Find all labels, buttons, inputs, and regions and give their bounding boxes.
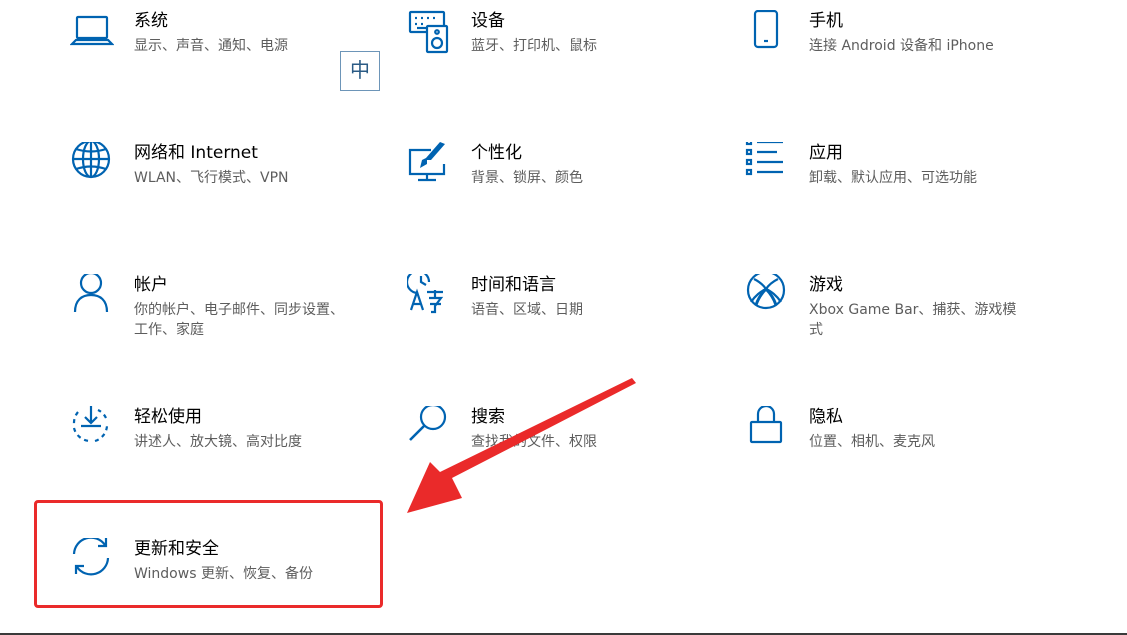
tile-title: 帐户	[134, 275, 168, 295]
tile-description: 语音、区域、日期	[471, 302, 583, 318]
globe-icon	[70, 142, 114, 186]
tile-accounts[interactable]: 帐户 你的帐户、电子邮件、同步设置、工作、家庭	[70, 274, 370, 354]
ime-mode-indicator[interactable]: 中	[340, 51, 380, 91]
tile-devices[interactable]: 设备 蓝牙、打印机、鼠标	[407, 10, 707, 90]
tile-description: 蓝牙、打印机、鼠标	[471, 38, 597, 54]
tile-description: 背景、锁屏、颜色	[471, 170, 583, 186]
tile-description: 位置、相机、麦克风	[809, 434, 935, 450]
tile-title: 设备	[471, 11, 505, 31]
tile-description: WLAN、飞行模式、VPN	[134, 170, 289, 186]
tile-description: 查找我的文件、权限	[471, 434, 597, 450]
tile-gaming[interactable]: 游戏 Xbox Game Bar、捕获、游戏模式	[745, 274, 1045, 354]
tile-title: 个性化	[471, 143, 522, 163]
tile-network[interactable]: 网络和 Internet WLAN、飞行模式、VPN	[70, 142, 370, 222]
tile-title: 游戏	[809, 275, 843, 295]
tile-title: 搜索	[471, 407, 505, 427]
lock-icon	[745, 406, 789, 450]
tile-description: 连接 Android 设备和 iPhone	[809, 38, 994, 54]
tile-title: 时间和语言	[471, 275, 556, 295]
tile-title: 手机	[809, 11, 843, 31]
tile-description: Xbox Game Bar、捕获、游戏模式	[809, 302, 1017, 338]
tile-title: 系统	[134, 11, 168, 31]
tile-description: 显示、声音、通知、电源	[134, 38, 288, 54]
app-list-icon	[745, 142, 789, 186]
laptop-icon	[70, 10, 114, 54]
phone-icon	[745, 10, 789, 54]
keyboard-speaker-icon	[407, 10, 451, 54]
tile-phone[interactable]: 手机 连接 Android 设备和 iPhone	[745, 10, 1045, 90]
search-icon	[407, 406, 451, 450]
tile-time-language[interactable]: 时间和语言 语音、区域、日期	[407, 274, 707, 354]
tile-description: 卸载、默认应用、可选功能	[809, 170, 977, 186]
annotation-highlight-box	[34, 500, 383, 608]
tile-description: 讲述人、放大镜、高对比度	[134, 434, 302, 450]
person-icon	[70, 274, 114, 318]
time-language-icon	[407, 274, 451, 318]
paintbrush-monitor-icon	[407, 142, 451, 186]
tile-ease-of-access[interactable]: 轻松使用 讲述人、放大镜、高对比度	[70, 406, 370, 486]
tile-privacy[interactable]: 隐私 位置、相机、麦克风	[745, 406, 1045, 486]
tile-personalization[interactable]: 个性化 背景、锁屏、颜色	[407, 142, 707, 222]
tile-apps[interactable]: 应用 卸载、默认应用、可选功能	[745, 142, 1045, 222]
tile-title: 应用	[809, 143, 843, 163]
ease-of-access-icon	[70, 406, 114, 450]
settings-home: 系统 显示、声音、通知、电源 设备 蓝牙、打印机、鼠标 手机 连接 Androi…	[0, 0, 1127, 635]
tile-system[interactable]: 系统 显示、声音、通知、电源	[70, 10, 370, 90]
tile-title: 隐私	[809, 407, 843, 427]
tile-title: 轻松使用	[134, 407, 202, 427]
xbox-icon	[745, 274, 789, 318]
tile-search[interactable]: 搜索 查找我的文件、权限	[407, 406, 707, 486]
tile-title: 网络和 Internet	[134, 143, 258, 163]
tile-description: 你的帐户、电子邮件、同步设置、工作、家庭	[134, 302, 344, 338]
